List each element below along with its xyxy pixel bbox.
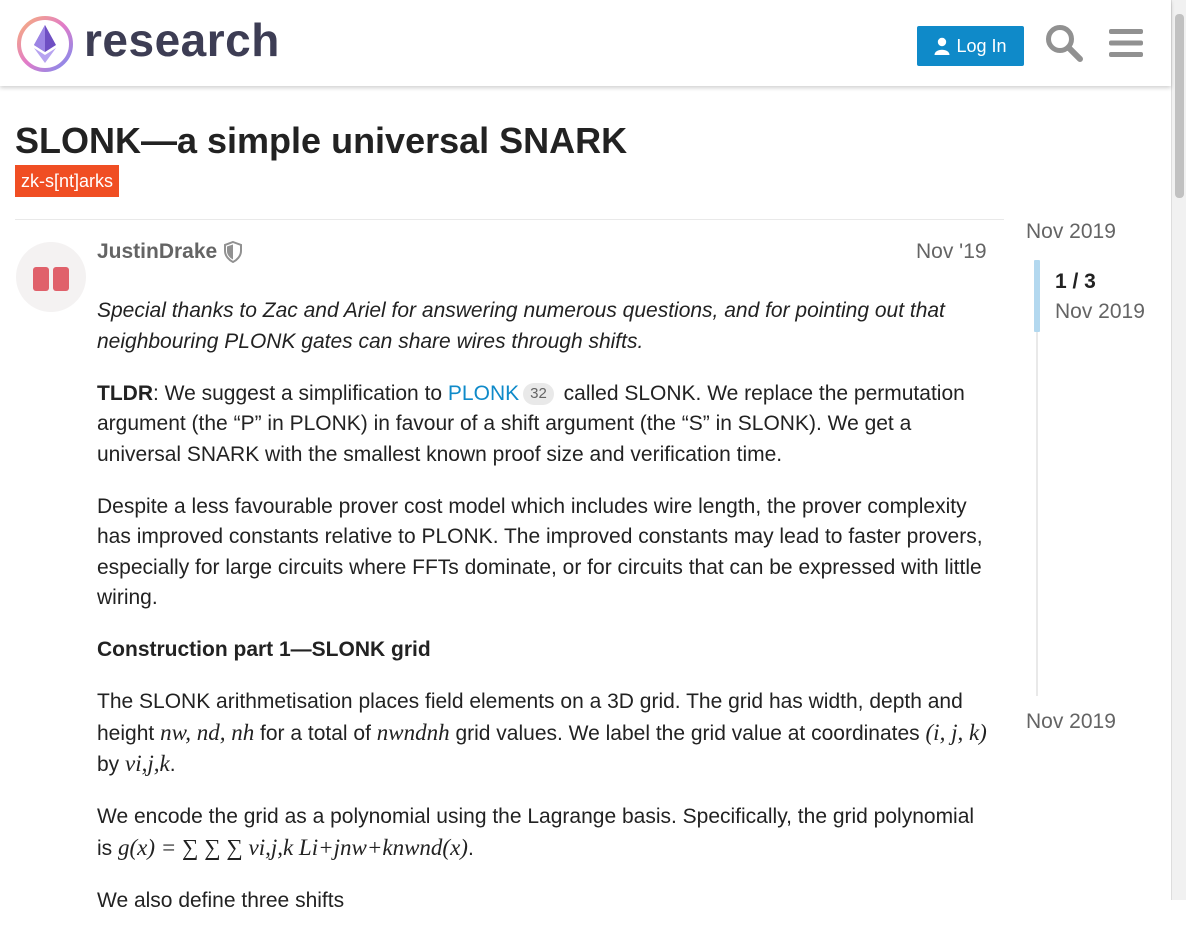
tldr-paragraph: TLDR: We suggest a simplification to PLO… bbox=[97, 379, 989, 471]
post-date[interactable]: Nov '19 bbox=[916, 240, 987, 264]
timeline-end[interactable]: Nov 2019 bbox=[1026, 710, 1116, 734]
math-coords: (i, j, k) bbox=[925, 719, 987, 745]
p4-text-b: . bbox=[467, 836, 474, 860]
intro-text: Special thanks to Zac and Ariel for answ… bbox=[97, 299, 945, 353]
paragraph-4: We encode the grid as a polynomial using… bbox=[97, 802, 989, 864]
page-scrollbar[interactable] bbox=[1171, 0, 1186, 900]
post-body: Special thanks to Zac and Ariel for answ… bbox=[97, 296, 989, 938]
tldr-label: TLDR bbox=[97, 381, 153, 405]
login-label: Log In bbox=[956, 35, 1007, 56]
search-icon bbox=[1046, 25, 1083, 62]
paragraph-5: We also define three shifts bbox=[97, 888, 345, 912]
site-header: research Log In bbox=[0, 0, 1171, 86]
title-divider bbox=[15, 219, 1004, 220]
math-polynomial: g(x) = ∑ ∑ ∑ vi,j,k Li+jnw+knwnd(x) bbox=[118, 834, 468, 860]
search-button[interactable] bbox=[1043, 20, 1085, 66]
tldr-text-a: : We suggest a simplification to bbox=[153, 381, 448, 405]
paragraph-2: Despite a less favourable prover cost mo… bbox=[97, 494, 983, 610]
p3-text-e: . bbox=[169, 753, 176, 776]
category-badge[interactable]: zk-s[nt]arks bbox=[15, 165, 120, 197]
topic-timeline: Nov 2019 1 / 3 Nov 2019 Nov 2019 bbox=[1026, 220, 1171, 740]
scrollbar-thumb[interactable] bbox=[1175, 14, 1184, 198]
menu-icon bbox=[1109, 29, 1143, 57]
menu-button[interactable] bbox=[1105, 20, 1147, 66]
ethereum-logo-icon bbox=[17, 16, 73, 72]
p3-text-b: for a total of bbox=[254, 721, 377, 745]
timeline-position: 1 / 3 bbox=[1055, 270, 1096, 293]
p3-text-c: grid values. We label the grid value at … bbox=[449, 721, 926, 745]
link-click-count: 32 bbox=[523, 382, 554, 405]
timeline-start[interactable]: Nov 2019 bbox=[1026, 220, 1116, 244]
site-brand[interactable]: research bbox=[84, 13, 280, 67]
author-name[interactable]: JustinDrake bbox=[97, 240, 217, 264]
site-logo[interactable] bbox=[16, 15, 74, 73]
user-icon bbox=[934, 37, 950, 55]
login-button[interactable]: Log In bbox=[917, 26, 1024, 66]
post-author[interactable]: JustinDrake bbox=[97, 240, 243, 264]
paragraph-3: The SLONK arithmetisation places field e… bbox=[97, 687, 989, 781]
p3-text-d: by bbox=[97, 753, 126, 776]
section-heading: Construction part 1—SLONK grid bbox=[97, 638, 431, 661]
math-total: nwndnh bbox=[376, 719, 450, 745]
avatar[interactable] bbox=[16, 242, 86, 312]
math-dimensions: nw, nd, nh bbox=[160, 719, 255, 745]
timeline-current-date: Nov 2019 bbox=[1055, 300, 1145, 323]
topic-title[interactable]: SLONK—a simple universal SNARK bbox=[15, 120, 627, 162]
moderator-shield-icon bbox=[224, 241, 243, 263]
math-v: vi,j,k bbox=[125, 751, 170, 776]
plonk-link[interactable]: PLONK bbox=[448, 382, 519, 405]
timeline-handle[interactable] bbox=[1034, 260, 1040, 332]
